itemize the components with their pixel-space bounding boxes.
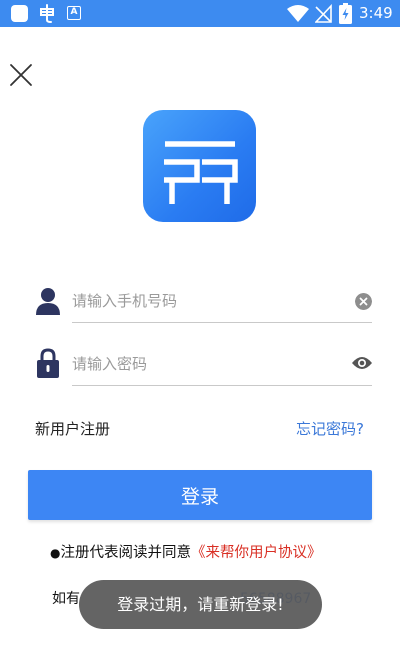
phone-input[interactable] [72, 287, 342, 315]
login-screen: A 3:49 请输入手机号码 新用户注册 忘记密码? 登录 ●注册代表阅读并同意… [0, 0, 400, 650]
status-time: 3:49 [359, 4, 393, 22]
user-agreement-link[interactable]: 《来帮你用户协议》 [191, 545, 322, 561]
app-logo-icon [143, 110, 256, 222]
login-button[interactable]: 登录 [28, 470, 372, 520]
bug-icon [40, 4, 54, 23]
notification-app-icon [11, 5, 28, 22]
signal-icon [315, 4, 332, 23]
wifi-icon [287, 5, 309, 22]
agreement-text: 注册代表阅读并同意 [60, 545, 191, 561]
agreement-bullet: ● [50, 546, 61, 560]
phone-underline [72, 322, 372, 323]
status-bar: A 3:49 [0, 0, 400, 27]
forgot-password-link[interactable]: 忘记密码? [296, 419, 364, 439]
toast-message: 登录过期，请重新登录! [79, 580, 322, 629]
a-badge-icon: A [67, 6, 81, 20]
agreement-row: ●注册代表阅读并同意《来帮你用户协议》 [50, 543, 321, 563]
user-icon [36, 288, 60, 315]
contact-prefix: 如有 [52, 591, 80, 607]
password-underline [72, 385, 372, 386]
lock-icon [37, 348, 59, 378]
register-link[interactable]: 新用户注册 [35, 419, 110, 439]
eye-icon[interactable] [351, 355, 373, 371]
clear-icon[interactable] [355, 293, 372, 310]
password-input[interactable] [72, 350, 342, 378]
close-icon[interactable] [8, 62, 34, 88]
battery-charging-icon [339, 3, 352, 24]
